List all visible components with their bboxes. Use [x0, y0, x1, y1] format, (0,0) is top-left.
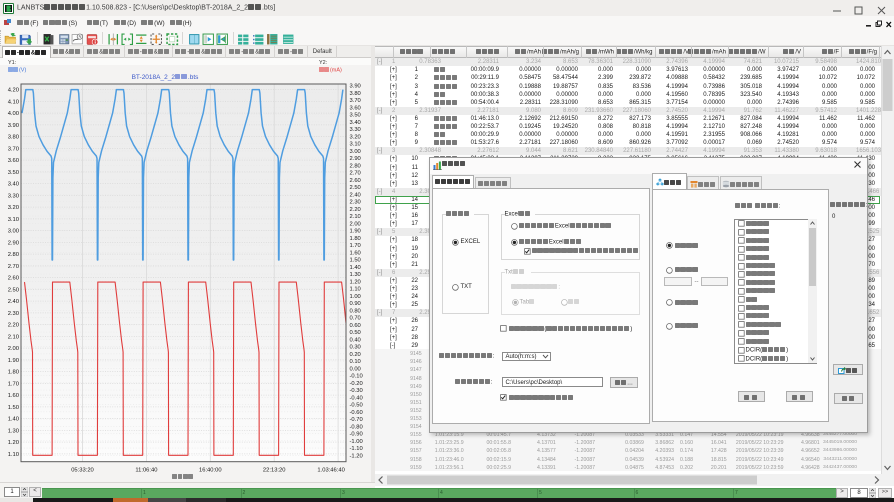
svg-text:3.20: 3.20 [8, 205, 19, 211]
svg-text:3.40: 3.40 [350, 120, 361, 126]
svg-text:1.80: 1.80 [350, 236, 361, 242]
svg-text:3.60: 3.60 [350, 105, 361, 111]
svg-text:-0.60: -0.60 [350, 410, 363, 416]
svg-text:3.60: 3.60 [8, 158, 19, 164]
svg-text:3.80: 3.80 [8, 135, 19, 141]
svg-text:2.40: 2.40 [8, 299, 19, 305]
svg-text:1.03:46:40: 1.03:46:40 [317, 468, 344, 474]
svg-text:11:06:40: 11:06:40 [135, 468, 157, 474]
svg-text:2.60: 2.60 [8, 276, 19, 282]
svg-text:-0.10: -0.10 [350, 374, 363, 380]
svg-text:2.50: 2.50 [350, 185, 361, 191]
svg-text:3.00: 3.00 [350, 149, 361, 155]
svg-text:1.20: 1.20 [350, 279, 361, 285]
svg-text:1.70: 1.70 [350, 243, 361, 249]
svg-text:3.70: 3.70 [350, 98, 361, 104]
svg-text:2.10: 2.10 [8, 334, 19, 340]
svg-text:1.40: 1.40 [350, 265, 361, 271]
svg-text:1.10: 1.10 [8, 452, 19, 458]
svg-text:3.90: 3.90 [8, 123, 19, 129]
svg-text:3.10: 3.10 [8, 217, 19, 223]
svg-text:3.00: 3.00 [8, 229, 19, 235]
svg-text:-0.30: -0.30 [350, 388, 363, 394]
svg-text:0.70: 0.70 [350, 316, 361, 322]
svg-text:0.60: 0.60 [350, 323, 361, 329]
svg-text:2.80: 2.80 [350, 163, 361, 169]
svg-text:3.90: 3.90 [350, 84, 361, 90]
svg-text:4.20: 4.20 [8, 88, 19, 94]
svg-text:1.40: 1.40 [8, 417, 19, 423]
svg-text:3.50: 3.50 [350, 113, 361, 119]
svg-text:1.50: 1.50 [8, 405, 19, 411]
svg-text:4.00: 4.00 [8, 111, 19, 117]
svg-text:-0.40: -0.40 [350, 395, 363, 401]
svg-text:0.10: 0.10 [350, 359, 361, 365]
svg-text:-1.10: -1.10 [350, 446, 363, 452]
svg-text:2.90: 2.90 [350, 156, 361, 162]
svg-text:3.10: 3.10 [350, 142, 361, 148]
svg-text:2.90: 2.90 [8, 240, 19, 246]
svg-text:2.20: 2.20 [350, 207, 361, 213]
svg-text:1.60: 1.60 [8, 393, 19, 399]
svg-text:4.10: 4.10 [8, 99, 19, 105]
svg-text:3.30: 3.30 [8, 193, 19, 199]
svg-text:0.40: 0.40 [350, 337, 361, 343]
svg-text:3.20: 3.20 [350, 134, 361, 140]
svg-text:1.90: 1.90 [8, 358, 19, 364]
svg-text:22:13:20: 22:13:20 [263, 468, 286, 474]
svg-text:2.20: 2.20 [8, 323, 19, 329]
svg-text:2.70: 2.70 [350, 171, 361, 177]
svg-text:-1.00: -1.00 [350, 439, 363, 445]
svg-text:16:40:00: 16:40:00 [199, 468, 222, 474]
svg-text:2.70: 2.70 [8, 264, 19, 270]
svg-text:2.30: 2.30 [350, 200, 361, 206]
svg-text:2.10: 2.10 [350, 214, 361, 220]
svg-text:1.80: 1.80 [8, 370, 19, 376]
svg-text:2.80: 2.80 [8, 252, 19, 258]
svg-text:0.00: 0.00 [350, 366, 361, 372]
svg-text:2.50: 2.50 [8, 287, 19, 293]
svg-text:1.70: 1.70 [8, 381, 19, 387]
svg-text:2.60: 2.60 [350, 178, 361, 184]
svg-text:-0.50: -0.50 [350, 403, 363, 409]
svg-text:0.20: 0.20 [350, 352, 361, 358]
svg-text:2.00: 2.00 [350, 221, 361, 227]
svg-text:3.70: 3.70 [8, 146, 19, 152]
svg-text:2.40: 2.40 [350, 192, 361, 198]
svg-text:05:33:20: 05:33:20 [71, 468, 94, 474]
svg-text:1.30: 1.30 [350, 272, 361, 278]
svg-text:-1.20: -1.20 [350, 453, 363, 459]
svg-text:3.30: 3.30 [350, 127, 361, 133]
svg-text:2.30: 2.30 [8, 311, 19, 317]
svg-text:1.30: 1.30 [8, 428, 19, 434]
svg-text:-0.20: -0.20 [350, 381, 363, 387]
svg-text:1.50: 1.50 [350, 258, 361, 264]
svg-text:1.10: 1.10 [350, 287, 361, 293]
svg-text:2.00: 2.00 [8, 346, 19, 352]
svg-text:1.00: 1.00 [350, 294, 361, 300]
svg-text:1.90: 1.90 [350, 229, 361, 235]
svg-text:0.90: 0.90 [350, 301, 361, 307]
svg-text:0.30: 0.30 [350, 345, 361, 351]
svg-text:3.50: 3.50 [8, 170, 19, 176]
svg-text:3.80: 3.80 [350, 91, 361, 97]
svg-text:1.20: 1.20 [8, 440, 19, 446]
svg-text:-0.80: -0.80 [350, 424, 363, 430]
svg-text:-0.70: -0.70 [350, 417, 363, 423]
svg-text:0.50: 0.50 [350, 330, 361, 336]
svg-text:1.60: 1.60 [350, 250, 361, 256]
svg-text:0.80: 0.80 [350, 308, 361, 314]
svg-text:3.40: 3.40 [8, 182, 19, 188]
svg-text:-0.90: -0.90 [350, 432, 363, 438]
